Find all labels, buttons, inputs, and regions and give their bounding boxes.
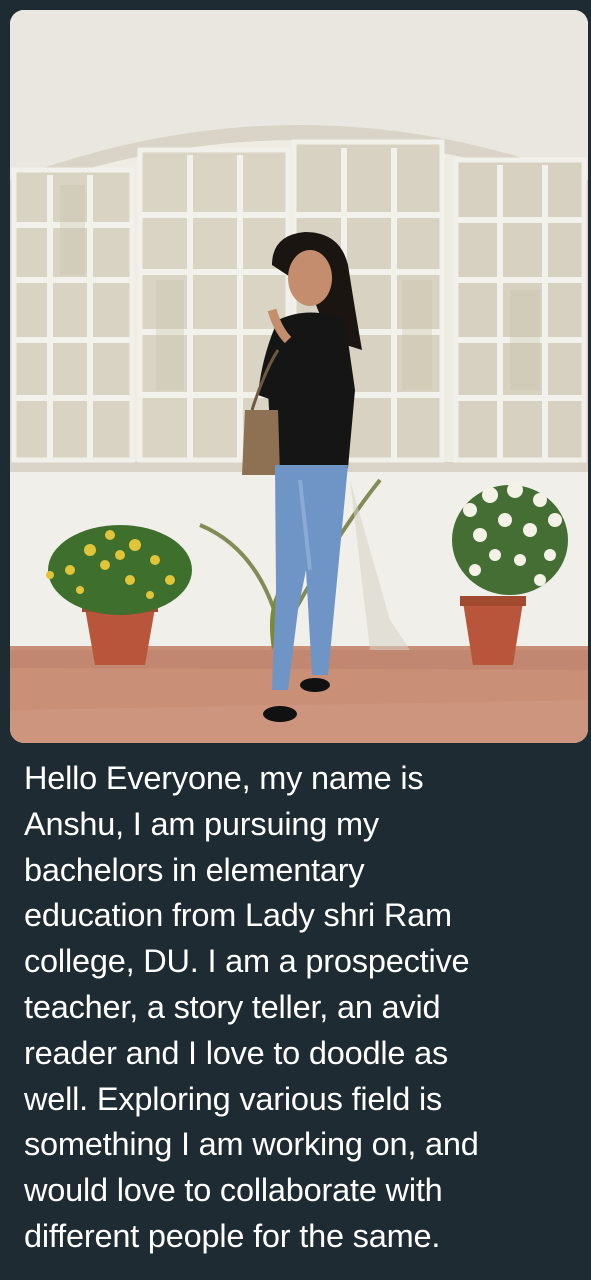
caption-line: education from Lady shri Ram xyxy=(24,897,452,934)
caption-line: Anshu, I am pursuing my xyxy=(24,805,379,842)
caption-line: well. Exploring various field is xyxy=(24,1080,443,1117)
caption-line: different people for the same. xyxy=(24,1217,441,1254)
caption-line: something I am working on, and xyxy=(24,1126,479,1163)
caption-line: Hello Everyone, my name is xyxy=(24,760,424,796)
caption-line: college, DU. I am a prospective xyxy=(24,943,470,980)
caption-line: bachelors in elementary xyxy=(24,851,365,888)
caption-line: teacher, a story teller, an avid xyxy=(24,988,441,1025)
caption-line: reader and I love to doodle as xyxy=(24,1034,449,1071)
caption-line: would love to collaborate with xyxy=(24,1172,443,1209)
post-caption: Hello Everyone, my name is Anshu, I am p… xyxy=(24,756,576,1260)
post-photo-illustration xyxy=(10,10,588,743)
post-photo[interactable] xyxy=(10,10,588,743)
